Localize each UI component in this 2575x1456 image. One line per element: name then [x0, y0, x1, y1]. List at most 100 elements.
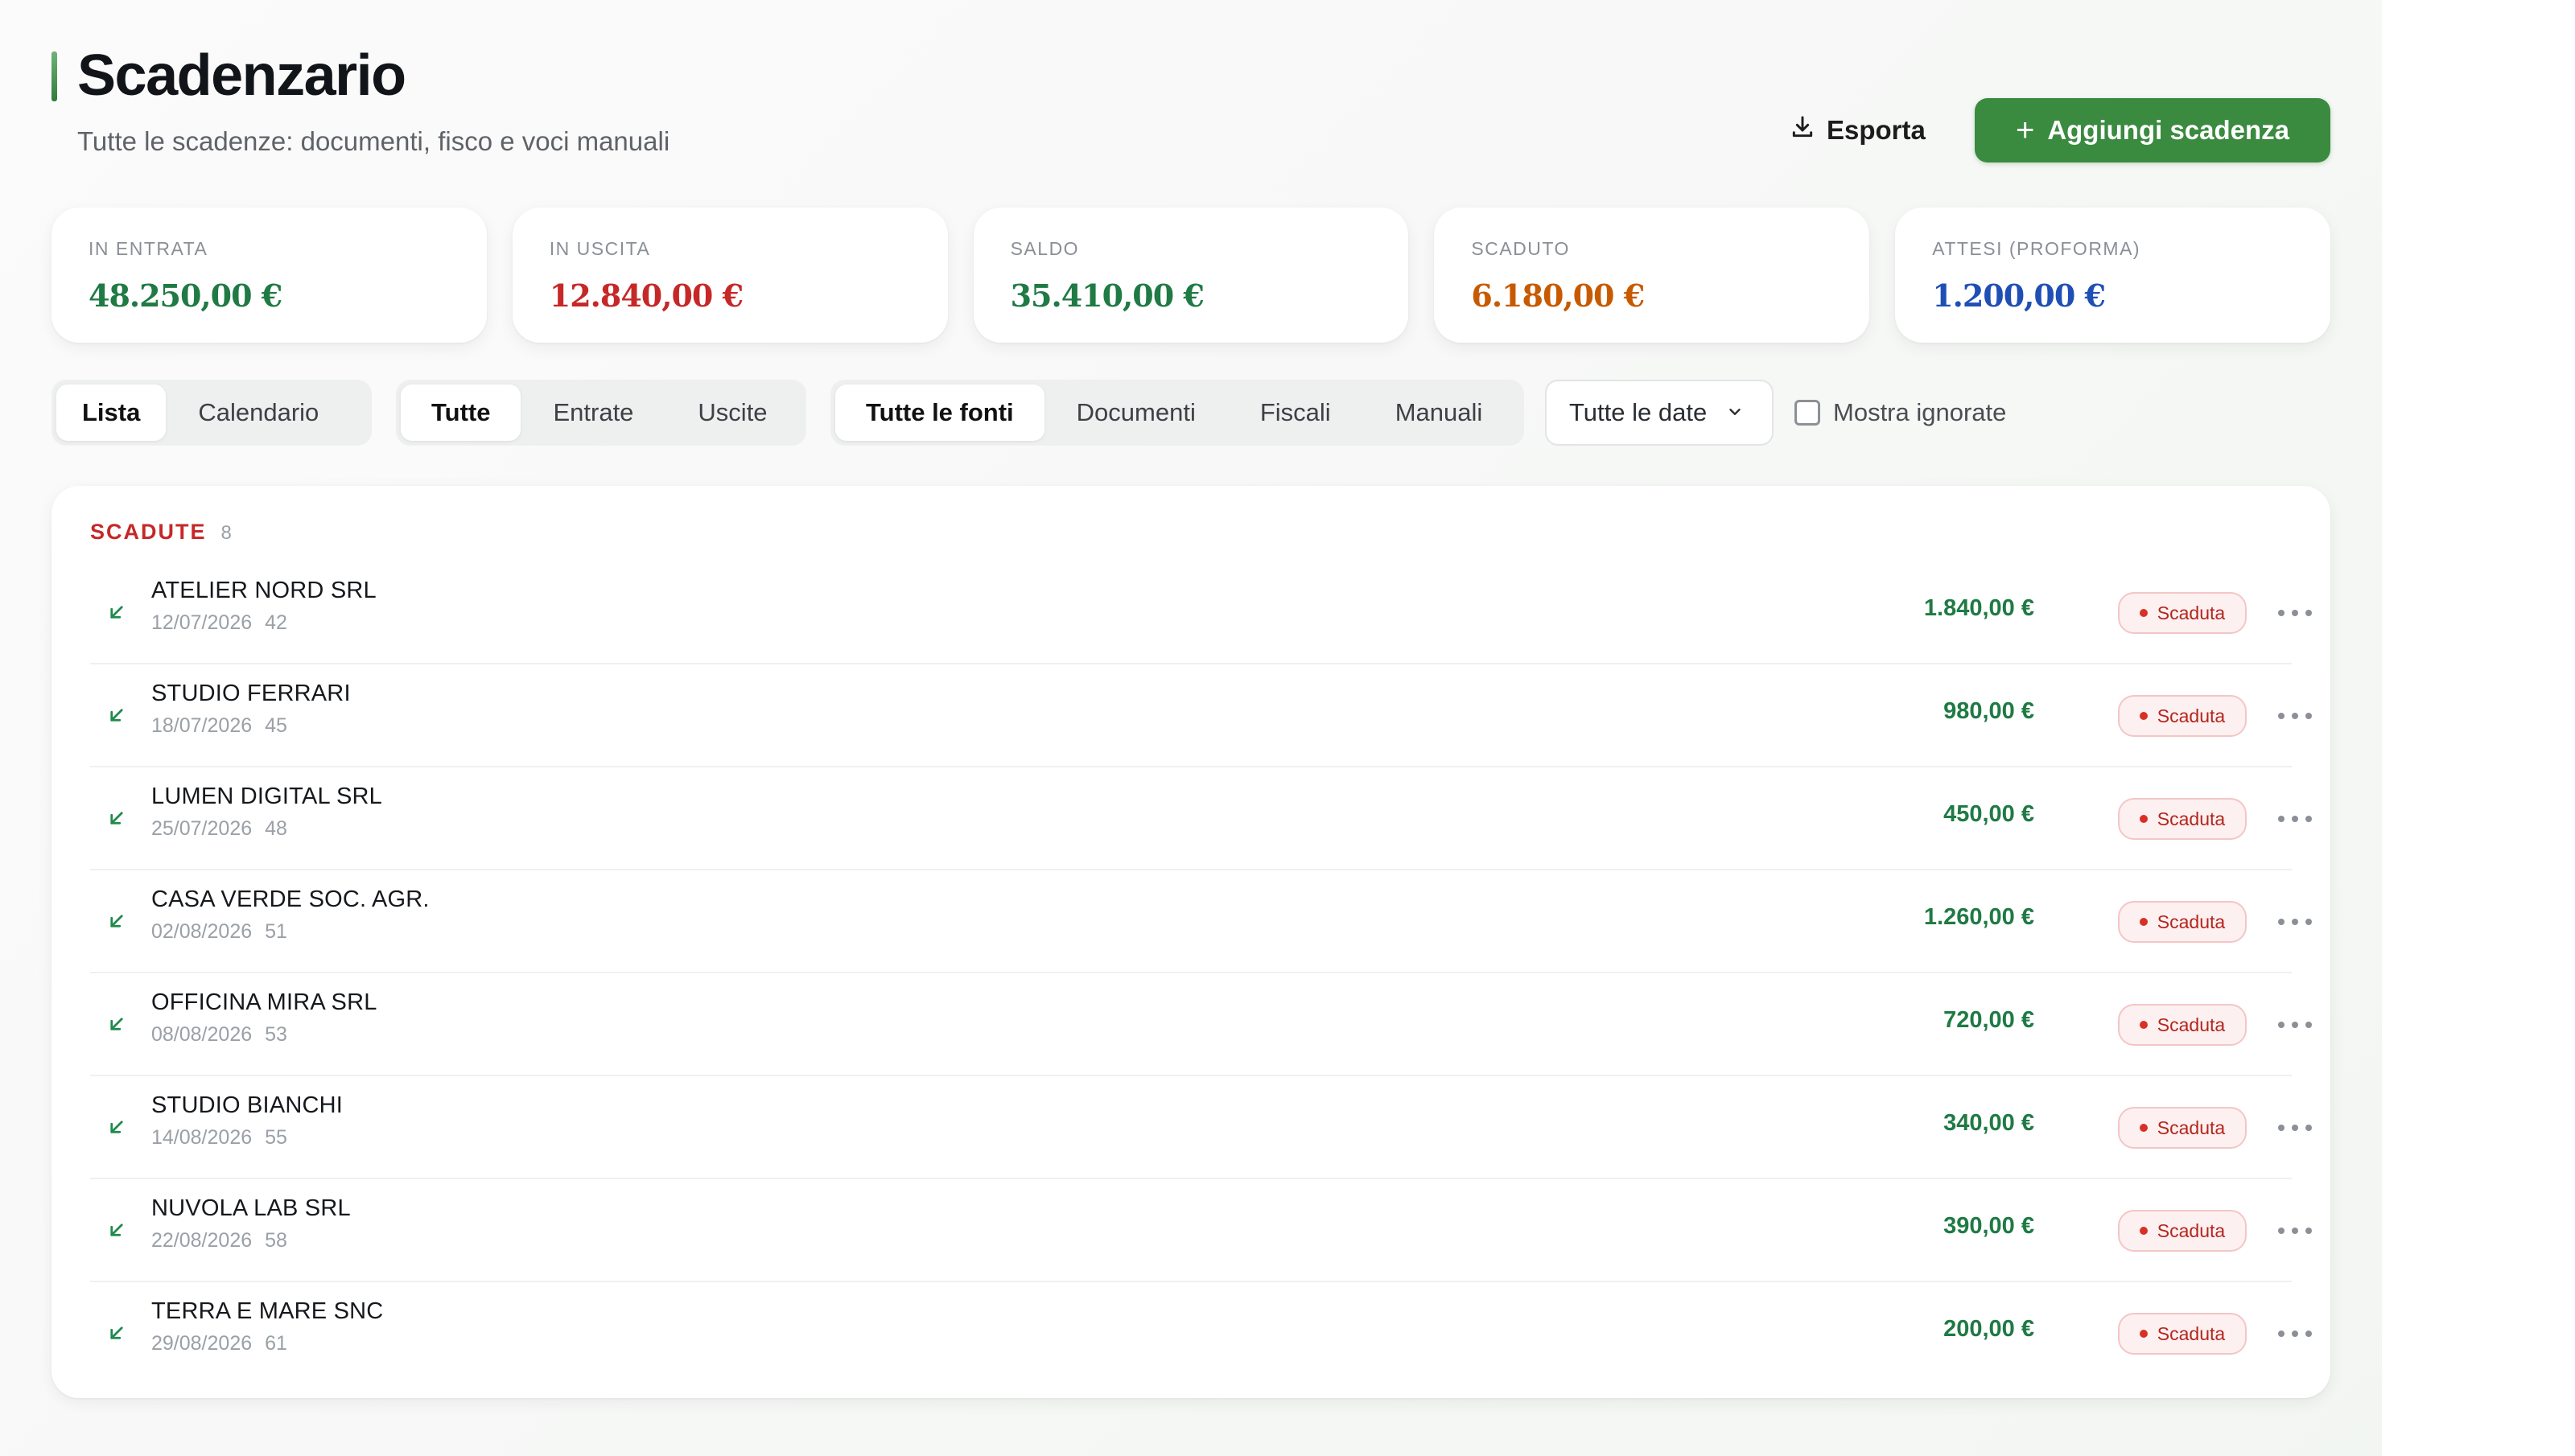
more-options-button[interactable]: [2266, 597, 2324, 629]
status-label: Scaduta: [2157, 1322, 2226, 1344]
tab-documenti[interactable]: Documenti: [1044, 385, 1228, 441]
more-options-button[interactable]: [2266, 700, 2324, 732]
status-dot: [2139, 918, 2148, 926]
row-meta: 08/08/2026 53: [151, 1023, 287, 1047]
page-header: Scadenzario Tutte le scadenze: documenti…: [52, 42, 2330, 171]
tab-calendario[interactable]: Calendario: [166, 385, 351, 441]
chevron-down-icon: [1721, 398, 1744, 427]
table-row[interactable]: ATELIER NORD SRL 12/07/2026 42 1.840,00 …: [90, 561, 2312, 664]
arrow-down-left-icon: [105, 1321, 129, 1345]
row-number: 48: [265, 817, 287, 840]
more-options-button[interactable]: [2266, 1215, 2324, 1247]
more-dot: [2305, 919, 2312, 925]
stat-card-incoming: IN ENTRATA 48.250,00 €: [52, 208, 487, 343]
stat-value: 35.410,00 €: [1010, 278, 1205, 314]
row-date: 12/07/2026: [151, 611, 253, 634]
more-dot: [2278, 610, 2285, 616]
page-title: Scadenzario: [77, 43, 406, 108]
arrow-down-left-icon: [105, 1115, 129, 1139]
status-dot: [2139, 609, 2148, 617]
row-meta: 02/08/2026 51: [151, 920, 287, 944]
date-filter-value: Tutte le date: [1569, 398, 1708, 426]
status-dot: [2139, 1021, 2148, 1029]
tab-lista[interactable]: Lista: [56, 385, 167, 441]
show-ignored-label: Mostra ignorate: [1833, 398, 2007, 426]
row-meta: 12/07/2026 42: [151, 611, 287, 635]
tab-manuali[interactable]: Manuali: [1363, 385, 1515, 441]
more-dot: [2278, 919, 2285, 925]
deadline-list: ATELIER NORD SRL 12/07/2026 42 1.840,00 …: [90, 561, 2312, 1385]
date-filter-select[interactable]: Tutte le date: [1545, 380, 1774, 446]
more-dot: [2292, 1331, 2298, 1337]
table-row[interactable]: STUDIO BIANCHI 14/08/2026 55 340,00 € Sc…: [90, 1076, 2312, 1179]
status-dot: [2139, 1227, 2148, 1235]
status-dot: [2139, 1124, 2148, 1132]
right-margin: [2382, 0, 2575, 1456]
status-label: Scaduta: [2157, 705, 2226, 726]
row-number: 58: [265, 1229, 287, 1252]
row-amount: 390,00 €: [1943, 1213, 2034, 1239]
more-options-button[interactable]: [2266, 1112, 2324, 1144]
status-label: Scaduta: [2157, 1220, 2226, 1241]
more-dot: [2292, 1228, 2298, 1234]
more-options-button[interactable]: [2266, 1318, 2324, 1350]
tab-uscite[interactable]: Uscite: [665, 385, 799, 441]
row-counterparty: STUDIO BIANCHI: [151, 1092, 344, 1118]
stat-value: 48.250,00 €: [89, 278, 282, 314]
section-title: SCADUTE: [90, 520, 207, 544]
more-dot: [2278, 1022, 2285, 1028]
more-options-button[interactable]: [2266, 1009, 2324, 1041]
status-label: Scaduta: [2157, 1014, 2226, 1035]
status-badge: Scaduta: [2118, 901, 2247, 943]
section-count: 8: [220, 522, 232, 544]
row-amount: 1.260,00 €: [1923, 904, 2034, 930]
row-amount: 1.840,00 €: [1923, 595, 2034, 621]
row-amount: 450,00 €: [1943, 801, 2034, 827]
stat-label: IN USCITA: [549, 238, 651, 259]
more-dot: [2292, 1022, 2298, 1028]
more-dot: [2305, 1228, 2312, 1234]
show-ignored-toggle[interactable]: Mostra ignorate: [1794, 380, 2006, 446]
more-options-button[interactable]: [2266, 803, 2324, 835]
stats-row: IN ENTRATA 48.250,00 € IN USCITA 12.840,…: [52, 208, 2330, 343]
table-row[interactable]: STUDIO FERRARI 18/07/2026 45 980,00 € Sc…: [90, 664, 2312, 767]
table-row[interactable]: TERRA E MARE SNC 29/08/2026 61 200,00 € …: [90, 1282, 2312, 1385]
more-options-button[interactable]: [2266, 906, 2324, 938]
table-row[interactable]: NUVOLA LAB SRL 22/08/2026 58 390,00 € Sc…: [90, 1179, 2312, 1282]
row-meta: 29/08/2026 61: [151, 1332, 287, 1355]
add-deadline-button[interactable]: + Aggiungi scadenza: [1975, 98, 2330, 162]
more-dot: [2278, 1331, 2285, 1337]
export-button[interactable]: Esporta: [1782, 98, 1967, 162]
show-ignored-checkbox[interactable]: [1794, 400, 1820, 426]
tab-tutte-le-fonti[interactable]: Tutte le fonti: [835, 385, 1044, 441]
row-counterparty: STUDIO FERRARI: [151, 681, 351, 706]
row-amount: 980,00 €: [1943, 698, 2034, 724]
row-meta: 14/08/2026 55: [151, 1126, 287, 1150]
tab-fiscali[interactable]: Fiscali: [1228, 385, 1363, 441]
row-number: 45: [265, 714, 287, 737]
more-dot: [2278, 1228, 2285, 1234]
row-counterparty: NUVOLA LAB SRL: [151, 1195, 351, 1221]
arrow-down-left-icon: [105, 703, 129, 727]
status-label: Scaduta: [2157, 911, 2226, 932]
table-row[interactable]: OFFICINA MIRA SRL 08/08/2026 53 720,00 €…: [90, 973, 2312, 1076]
table-row[interactable]: LUMEN DIGITAL SRL 25/07/2026 48 450,00 €…: [90, 767, 2312, 870]
status-badge: Scaduta: [2118, 1313, 2247, 1355]
direction-toggle: Tutte Entrate Uscite: [396, 380, 806, 446]
tab-tutte[interactable]: Tutte: [401, 385, 521, 441]
status-badge: Scaduta: [2118, 592, 2247, 634]
row-meta: 18/07/2026 45: [151, 714, 287, 738]
stat-card-outgoing: IN USCITA 12.840,00 €: [512, 208, 948, 343]
add-deadline-label: Aggiungi scadenza: [2047, 115, 2290, 145]
more-dot: [2305, 1022, 2312, 1028]
download-icon: [1790, 114, 1815, 146]
status-badge: Scaduta: [2118, 1107, 2247, 1149]
stat-label: SALDO: [1010, 238, 1080, 259]
export-label: Esporta: [1827, 115, 1926, 145]
page-subtitle: Tutte le scadenze: documenti, fisco e vo…: [77, 126, 670, 156]
row-date: 14/08/2026: [151, 1126, 253, 1149]
tab-entrate[interactable]: Entrate: [521, 385, 665, 441]
table-row[interactable]: CASA VERDE SOC. AGR. 02/08/2026 51 1.260…: [90, 870, 2312, 973]
row-counterparty: OFFICINA MIRA SRL: [151, 989, 377, 1015]
section-header: SCADUTE 8: [90, 520, 232, 545]
